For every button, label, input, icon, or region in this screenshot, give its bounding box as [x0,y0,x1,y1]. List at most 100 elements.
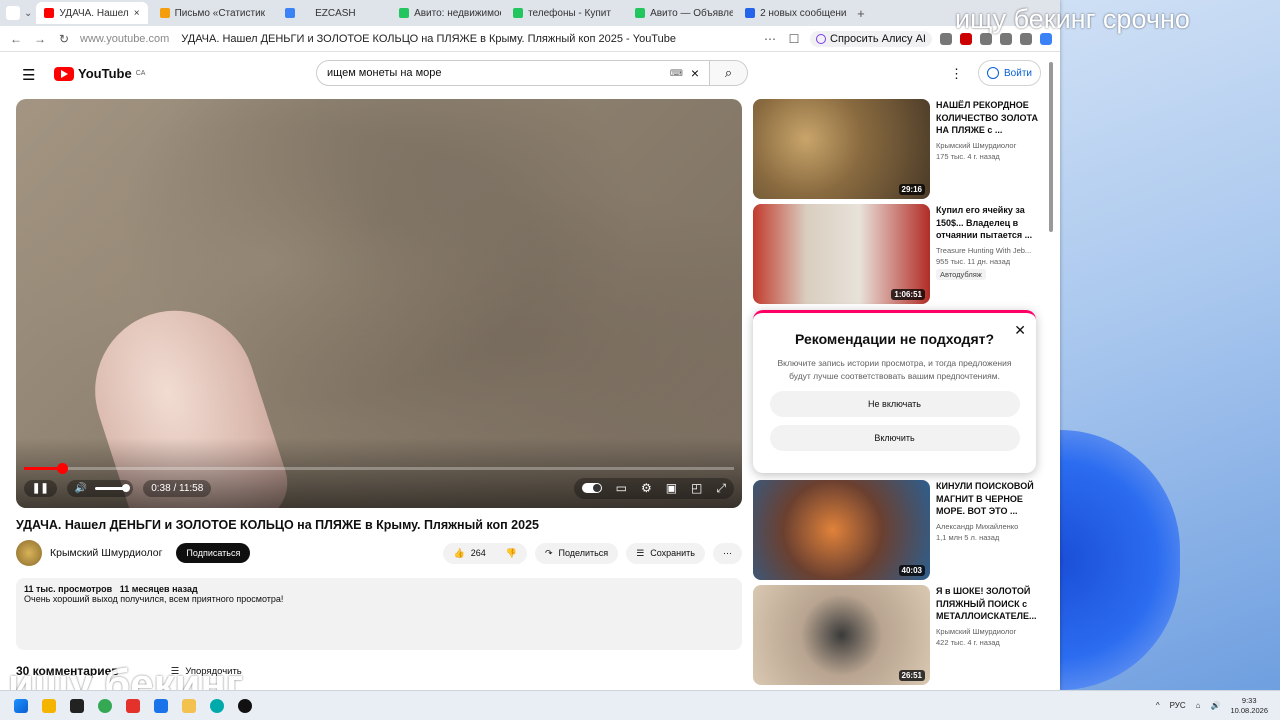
enable-button[interactable]: Включить [769,425,1020,451]
language-indicator[interactable]: РУС [1170,701,1186,710]
progress-bar[interactable] [24,463,734,474]
alice-icon [816,33,827,44]
back-icon[interactable]: ← [8,32,24,46]
alice-button[interactable]: Спросить Алису AI [810,30,932,47]
miniplayer-icon[interactable]: ▣ [666,481,677,495]
volume-control[interactable]: 🔊 [66,479,134,497]
network-icon[interactable]: ⌂ [1196,701,1201,710]
recommendation-text: КИНУЛИ ПОИСКОВОЙ МАГНИТ В ЧЕРНОЕ МОРЕ. В… [936,480,1042,580]
close-icon[interactable]: ✕ [1014,322,1026,339]
recommendation-meta: 422 тыс. 4 г. назад [936,637,1000,647]
subtitles-icon[interactable]: ▭ [616,481,627,495]
keyboard-icon[interactable]: ⌨ [670,68,683,79]
recommendation-thumbnail[interactable]: 1:06:51 [753,204,930,304]
channel-avatar[interactable] [16,540,42,566]
recommendation-title[interactable]: Я в ШОКЕ! ЗОЛОТОЙ ПЛЯЖНЫЙ ПОИСК с МЕТАЛЛ… [936,585,1042,623]
tab-ezcash[interactable]: EZCASH [307,2,387,24]
youtube-logo[interactable]: YouTube CA [54,66,145,81]
recommendation-meta: 1,1 млн 5 л. назад [936,532,1000,542]
recommendation-item[interactable]: 1:06:51 Купил его ячейку за 150$... Влад… [753,204,1043,304]
tab-avito-ads[interactable]: Авито — Объявлени [627,2,733,24]
share-button[interactable]: ↷ Поделиться [534,542,619,564]
sync-icon[interactable] [1040,32,1052,45]
description-box[interactable]: 11 тыс. просмотров 11 месяцев назад Очен… [16,578,742,650]
recommendation-thumbnail[interactable]: 40:03 [753,480,930,580]
tab-label: телефоны - Купит [528,7,611,19]
tab-mail[interactable]: Письмо «Статистик [152,2,274,24]
video-player[interactable]: ❚❚ 🔊 0:38 / 11:58 ▭ ⚙ ▣ ◰ ⤢ [16,99,742,508]
extension-icon[interactable] [940,32,952,45]
fullscreen-icon[interactable]: ⤢ [716,481,726,496]
tab-avito-realty[interactable]: Авито: недвижимост [391,2,501,24]
new-tab-icon[interactable]: + [857,6,865,21]
menu-icon[interactable]: ☰ [22,66,35,84]
url-field[interactable]: www.youtube.com УДАЧА. Нашел ДЕНЬГИ и ЗО… [80,33,754,45]
duration-badge: 40:03 [898,565,925,576]
subscribe-button[interactable]: Подписаться [176,543,251,563]
settings-more-icon[interactable]: ⋮ [950,66,963,82]
recommendation-title[interactable]: НАШЁЛ РЕКОРДНОЕ КОЛИЧЕСТВО ЗОЛОТА НА ПЛЯ… [936,99,1042,137]
recommendation-meta: 955 тыс. 11 дн. назад [936,256,1011,266]
recommendation-channel[interactable]: Крымский Шмурдиолог [936,627,1042,636]
forward-icon[interactable]: → [32,32,48,46]
taskbar: ^ РУС ⌂ 🔊 9:33 10.08.2026 [0,690,1280,720]
tab-actions-icon[interactable] [6,6,20,20]
recommendation-channel[interactable]: Крымский Шмурдиолог [936,141,1042,150]
recommendation-text: Я в ШОКЕ! ЗОЛОТОЙ ПЛЯЖНЫЙ ПОИСК с МЕТАЛЛ… [936,585,1042,685]
reload-icon[interactable]: ↻ [56,32,72,46]
recommendation-thumbnail[interactable]: 26:51 [753,585,930,685]
recommendation-item[interactable]: 40:03 КИНУЛИ ПОИСКОВОЙ МАГНИТ В ЧЕРНОЕ М… [753,480,1043,580]
signin-button[interactable]: Войти [978,60,1041,86]
more-icon[interactable]: ⋯ [762,32,778,46]
bookmark-icon[interactable]: ☐ [786,32,802,46]
edge-icon[interactable] [210,698,224,713]
tab-close-icon[interactable]: × [134,8,140,19]
volume-slider[interactable] [95,483,131,492]
recommendation-thumbnail[interactable]: 29:16 [753,99,930,199]
chrome-icon[interactable] [98,698,112,713]
explorer-icon[interactable] [182,698,196,713]
page-scrollbar[interactable] [1047,56,1055,690]
dislike-icon[interactable]: 👎 [506,548,517,559]
recommendation-title[interactable]: КИНУЛИ ПОИСКОВОЙ МАГНИТ В ЧЕРНОЕ МОРЕ. В… [936,480,1042,518]
terminal-icon[interactable] [70,698,84,713]
settings-gear-icon[interactable]: ⚙ [641,481,652,495]
dont-enable-button[interactable]: Не включать [769,391,1020,417]
puzzle-icon[interactable] [980,32,992,45]
volume-tray-icon[interactable]: 🔊 [1210,701,1220,710]
recommendation-title[interactable]: Купил его ячейку за 150$... Владелец в о… [936,204,1042,242]
search-input[interactable]: ищем монеты на море ⌨ × [316,60,710,86]
recommendation-item[interactable]: 26:51 Я в ШОКЕ! ЗОЛОТОЙ ПЛЯЖНЫЙ ПОИСК с … [753,585,1043,685]
tab-messages[interactable]: 2 новых сообщения [737,2,847,24]
yandex-icon[interactable] [126,698,140,713]
scrollbar-thumb[interactable] [1049,62,1053,232]
sort-button[interactable]: ☰ Упорядочить [171,666,242,677]
play-pause-button[interactable]: ❚❚ [24,479,57,497]
recommendation-channel[interactable]: Александр Михайленко [936,522,1042,531]
start-icon[interactable] [14,698,28,713]
channel-name[interactable]: Крымский Шмурдиолог [50,547,162,559]
duration-badge: 26:51 [898,670,925,681]
extension-icon[interactable] [960,32,972,45]
clock[interactable]: 9:33 10.08.2026 [1230,696,1268,716]
chevron-up-icon[interactable]: ^ [1156,701,1160,710]
download-icon[interactable] [1020,32,1032,45]
more-actions-icon[interactable]: ⋯ [713,542,742,564]
clear-search-icon[interactable]: × [691,65,699,81]
tab-blank[interactable] [277,2,303,24]
autoplay-toggle[interactable] [581,483,602,493]
recommendation-channel[interactable]: Treasure Hunting With Jeb... [936,246,1042,255]
search-icon[interactable] [42,698,56,713]
tab-youtube[interactable]: УДАЧА. Нашел × [36,2,148,24]
tab-avito-phones[interactable]: телефоны - Купит [505,2,623,24]
app-icon[interactable] [238,698,252,713]
save-button[interactable]: ☰ Сохранить [626,542,705,564]
cast-icon[interactable]: ◰ [691,481,702,495]
play-ext-icon[interactable] [1000,32,1012,45]
like-button[interactable]: 👍 264 👎 [443,542,527,564]
progress-scrubber[interactable] [56,463,68,474]
recommendation-item[interactable]: 29:16 НАШЁЛ РЕКОРДНОЕ КОЛИЧЕСТВО ЗОЛОТА … [753,99,1043,199]
store-icon[interactable] [154,698,168,713]
tab-list-icon[interactable]: ⌄ [24,8,32,19]
search-button[interactable]: ⌕ [710,60,748,86]
